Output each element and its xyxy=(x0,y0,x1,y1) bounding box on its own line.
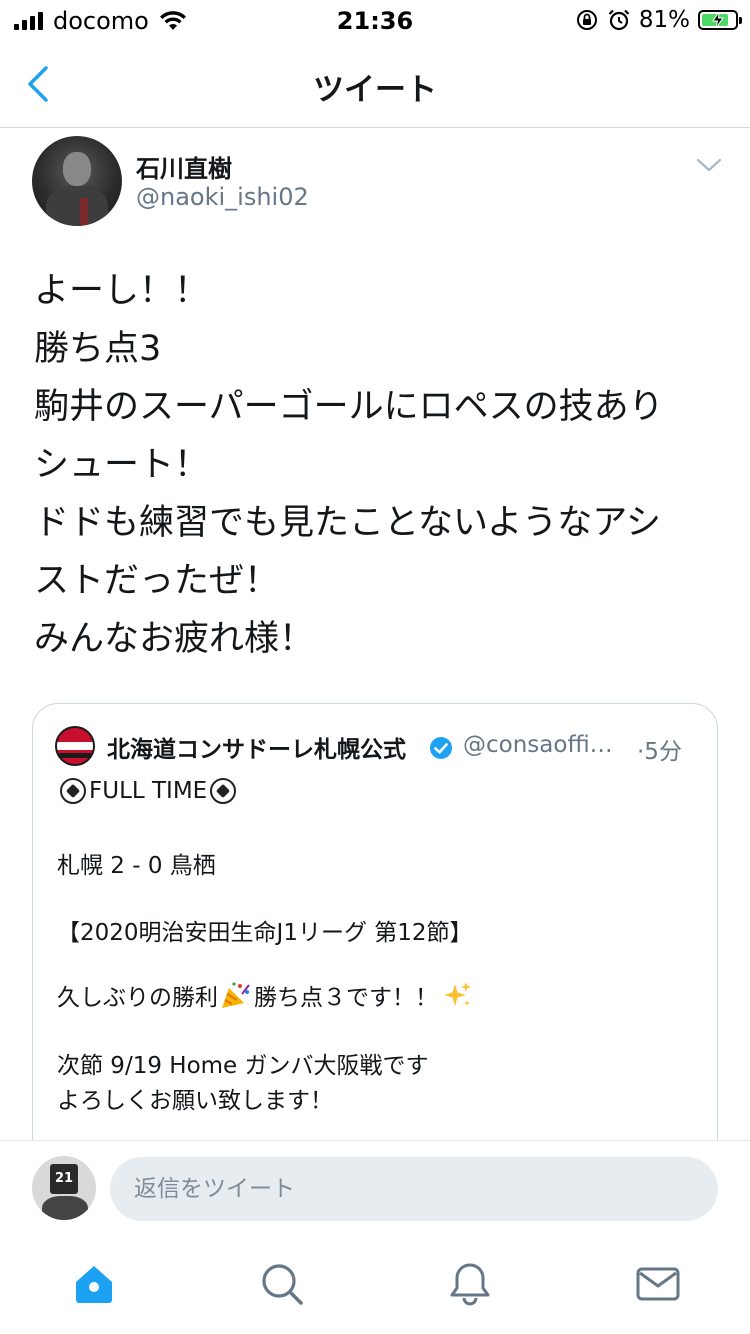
party-popper-icon xyxy=(222,982,250,1008)
reply-bar: 21 xyxy=(0,1140,750,1236)
quoted-account-avatar xyxy=(55,726,95,766)
alarm-icon xyxy=(608,9,630,31)
tweet-text: よーし！！ 勝ち点3 駒井のスーパーゴールにロペスの技あり シュート！ ドドも練… xyxy=(34,262,734,668)
search-icon xyxy=(262,1264,303,1305)
current-user-avatar[interactable]: 21 xyxy=(32,1156,96,1220)
more-options-button[interactable] xyxy=(694,150,724,180)
quoted-account-name: 北海道コンサドーレ札幌公式 xyxy=(107,737,406,763)
quoted-tweet-time: ·5分 xyxy=(637,739,682,765)
tab-search[interactable] xyxy=(258,1260,306,1308)
tweet-line: ドドも練習でも見たことないようなアシ xyxy=(34,503,661,543)
full-time-label: FULL TIME xyxy=(89,778,208,804)
tweet-line: 駒井のスーパーゴールにロペスの技あり xyxy=(34,387,664,427)
quoted-line-next: 次節 9/19 Home ガンバ大阪戦です xyxy=(57,1053,429,1079)
quoted-line-score: 札幌 2 - 0 鳥栖 xyxy=(57,853,216,879)
tweet-line: 勝ち点3 xyxy=(34,329,162,369)
author-handle[interactable]: @naoki_ishi02 xyxy=(136,183,309,211)
tab-bar xyxy=(0,1236,750,1334)
soccer-ball-icon xyxy=(210,778,237,804)
status-bar: docomo 21:36 81% xyxy=(0,0,750,40)
author-name[interactable]: 石川直樹 xyxy=(136,149,232,184)
battery-percent: 81% xyxy=(638,7,690,33)
tab-notifications[interactable] xyxy=(446,1260,494,1308)
author-avatar[interactable] xyxy=(32,136,122,226)
verified-badge-icon xyxy=(430,737,452,759)
tweet-line: みんなお疲れ様！ xyxy=(34,619,315,659)
status-right: 81% xyxy=(575,6,742,34)
tweet-line: シュート！ xyxy=(34,445,210,485)
battery-charging-icon xyxy=(698,10,742,30)
points-text: 勝ち点３です！！ xyxy=(254,985,438,1011)
orientation-lock-icon xyxy=(576,10,597,30)
tweet-line: ストだったぜ！ xyxy=(34,561,280,601)
notifications-icon xyxy=(450,1263,490,1306)
home-icon xyxy=(76,1266,112,1303)
victory-text: 久しぶりの勝利 xyxy=(57,985,218,1011)
quoted-line-league: 【2020明治安田生命J1リーグ 第12節】 xyxy=(57,920,473,946)
tab-home[interactable] xyxy=(70,1260,118,1308)
tab-messages[interactable] xyxy=(634,1260,682,1308)
quoted-account-handle: @consaoffi… xyxy=(463,732,613,758)
chevron-down-icon xyxy=(696,158,722,172)
sparkles-icon xyxy=(444,982,471,1006)
nav-bar: ツイート xyxy=(0,40,750,128)
soccer-ball-icon xyxy=(60,778,86,804)
quoted-line-closing: よろしくお願い致します！ xyxy=(57,1088,333,1114)
tweet-line: よーし！！ xyxy=(34,271,210,311)
quoted-line-fulltime: FULL TIME xyxy=(57,778,239,804)
page-title: ツイート xyxy=(313,72,437,108)
messages-icon xyxy=(636,1267,680,1301)
quoted-tweet-card[interactable]: 北海道コンサドーレ札幌公式 @consaoffi… ·5分 FULL TIME … xyxy=(32,703,718,1173)
reply-input[interactable] xyxy=(110,1157,718,1221)
quoted-line-victory: 久しぶりの勝利 勝ち点３です！！ xyxy=(57,978,472,1012)
